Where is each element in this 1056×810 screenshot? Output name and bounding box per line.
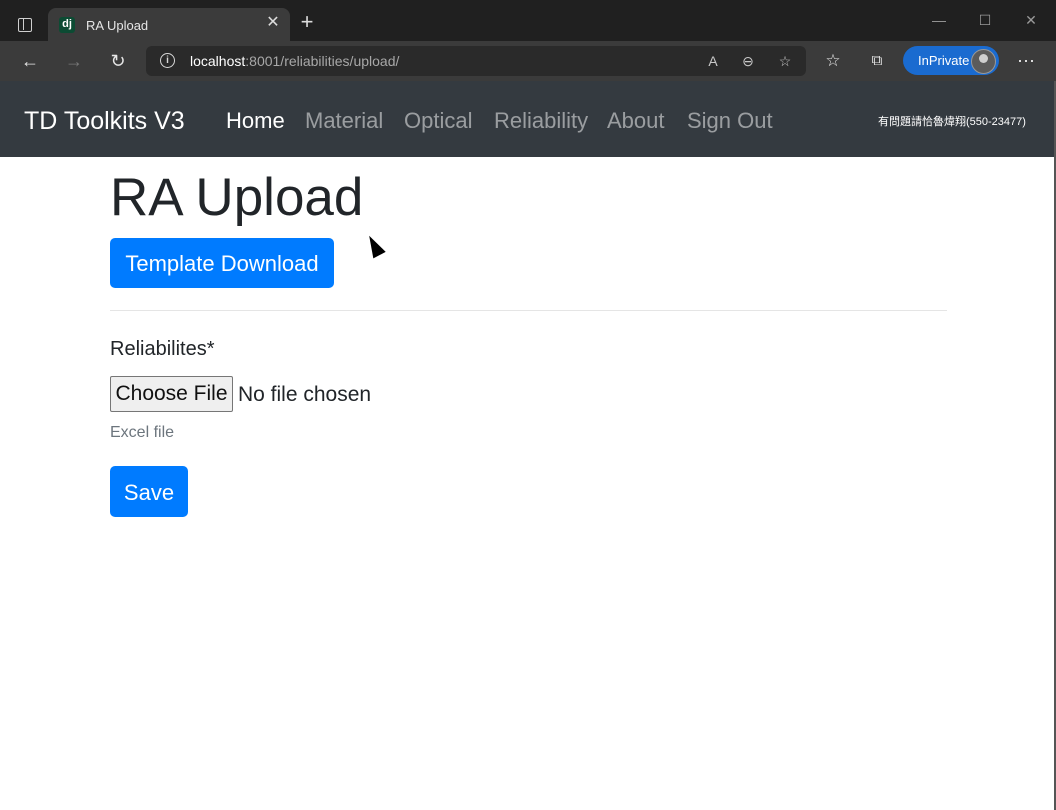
browser-toolbar: ← → ↻ i localhost:8001/reliabilities/upl… — [0, 41, 1056, 81]
add-favorite-icon[interactable]: ☆ — [775, 51, 795, 71]
forward-icon[interactable]: → — [61, 48, 87, 74]
site-info-icon[interactable]: i — [160, 53, 175, 68]
navbar-brand[interactable]: TD Toolkits V3 — [24, 107, 185, 136]
close-window-icon[interactable]: ✕ — [1016, 10, 1046, 30]
tab-strip: dj RA Upload ✕ + — ☐ ✕ — [0, 0, 1056, 41]
contact-note: 有問題請恰魯煒翔(550-23477) — [878, 116, 1026, 128]
nav-home[interactable]: Home — [226, 108, 285, 134]
page-title: RA Upload — [110, 168, 364, 227]
nav-material[interactable]: Material — [305, 108, 383, 134]
profile-avatar-icon — [971, 49, 996, 74]
browser-tab[interactable]: dj RA Upload ✕ — [48, 8, 290, 41]
back-icon[interactable]: ← — [17, 48, 43, 74]
more-menu-icon[interactable]: ⋯ — [1013, 48, 1039, 74]
divider — [110, 310, 947, 311]
read-aloud-icon[interactable]: A — [703, 51, 723, 71]
tab-actions-icon[interactable] — [16, 16, 34, 34]
favorites-icon[interactable]: ☆ — [820, 48, 846, 74]
choose-file-button[interactable]: Choose File — [110, 376, 233, 412]
refresh-icon[interactable]: ↻ — [105, 48, 131, 74]
save-button[interactable]: Save — [110, 466, 188, 517]
tab-title: RA Upload — [86, 18, 149, 33]
url-text[interactable]: localhost:8001/reliabilities/upload/ — [190, 53, 399, 69]
nav-optical[interactable]: Optical — [404, 108, 472, 134]
minimize-icon[interactable]: — — [924, 10, 954, 30]
new-tab-icon[interactable]: + — [296, 11, 318, 34]
address-bar[interactable]: i localhost:8001/reliabilities/upload/ A… — [146, 46, 806, 76]
reliabilities-label: Reliabilites* — [110, 338, 215, 360]
zoom-out-icon[interactable]: ⊖ — [738, 51, 758, 71]
template-download-button[interactable]: Template Download — [110, 238, 334, 288]
inprivate-button[interactable]: InPrivate — [903, 46, 999, 75]
nav-about[interactable]: About — [607, 108, 665, 134]
django-favicon-icon: dj — [59, 17, 75, 33]
maximize-icon[interactable]: ☐ — [970, 10, 1000, 30]
nav-reliability[interactable]: Reliability — [494, 108, 588, 134]
collections-icon[interactable]: ⧉ — [864, 48, 890, 74]
tab-close-icon[interactable]: ✕ — [264, 14, 282, 32]
file-status-text: No file chosen — [238, 383, 372, 406]
nav-sign-out[interactable]: Sign Out — [687, 108, 773, 134]
file-help-text: Excel file — [110, 424, 175, 441]
site-navbar: TD Toolkits V3 Home Material Optical Rel… — [0, 81, 1054, 157]
mouse-cursor-icon — [363, 232, 386, 259]
browser-window: dj RA Upload ✕ + — ☐ ✕ ← → ↻ i localhost… — [0, 0, 1056, 810]
